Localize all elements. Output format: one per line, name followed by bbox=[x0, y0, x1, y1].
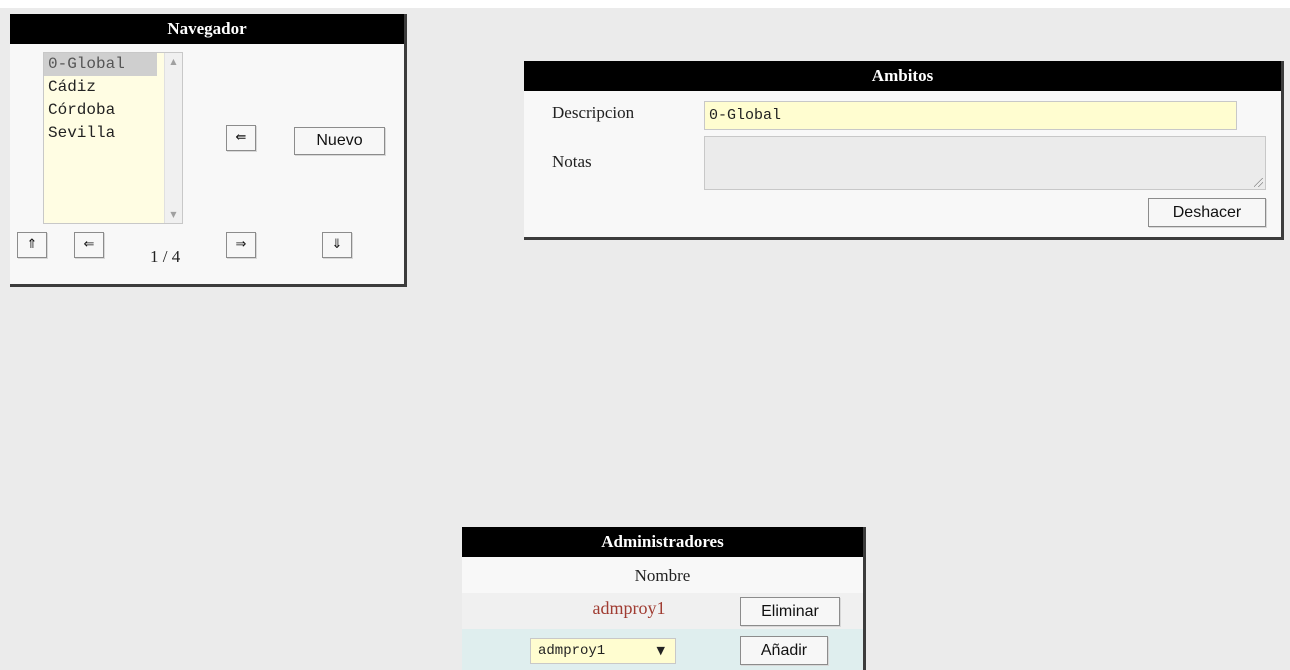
back-button[interactable]: ⇚ bbox=[226, 125, 256, 151]
add-admin-row: admproy1 ▼ Añadir bbox=[462, 629, 863, 670]
descripcion-input[interactable]: 0-Global bbox=[704, 101, 1237, 130]
scroll-up-icon[interactable]: ▲ bbox=[165, 53, 182, 70]
list-item[interactable]: 0-Global bbox=[44, 53, 157, 76]
notas-label: Notas bbox=[552, 152, 592, 171]
page-counter: 1 / 4 bbox=[150, 247, 181, 266]
navegador-title: Navegador bbox=[10, 14, 404, 44]
admin-select[interactable]: admproy1 ▼ bbox=[530, 638, 676, 664]
first-record-button[interactable]: ⇑ bbox=[17, 232, 47, 258]
notas-textarea[interactable] bbox=[704, 136, 1266, 190]
table-row: admproy1 Eliminar bbox=[462, 593, 863, 629]
list-item[interactable]: Sevilla bbox=[44, 122, 157, 145]
scroll-down-icon[interactable]: ▼ bbox=[165, 206, 182, 223]
list-item[interactable]: Córdoba bbox=[44, 99, 157, 122]
list-item[interactable]: Cádiz bbox=[44, 76, 157, 99]
dropdown-arrow-icon: ▼ bbox=[656, 644, 665, 657]
delete-admin-button[interactable]: Eliminar bbox=[740, 597, 840, 626]
next-record-button[interactable]: ⇒ bbox=[226, 232, 256, 258]
ambitos-panel: Ambitos Descripcion 0-Global Notas Desha… bbox=[524, 61, 1284, 240]
administradores-title: Administradores bbox=[462, 527, 863, 557]
record-listbox[interactable]: 0-Global Cádiz Córdoba Sevilla ▲ ▼ bbox=[43, 52, 183, 224]
resize-grip-icon[interactable] bbox=[1254, 178, 1263, 187]
listbox-scrollbar[interactable]: ▲ ▼ bbox=[164, 53, 182, 223]
previous-record-button[interactable]: ⇐ bbox=[74, 232, 104, 258]
column-header: Nombre bbox=[462, 561, 863, 591]
undo-button[interactable]: Deshacer bbox=[1148, 198, 1266, 227]
new-button[interactable]: Nuevo bbox=[294, 127, 385, 155]
top-strip bbox=[0, 0, 1290, 8]
descripcion-label: Descripcion bbox=[552, 103, 635, 122]
last-record-button[interactable]: ⇓ bbox=[322, 232, 352, 258]
admin-name: admproy1 bbox=[592, 598, 666, 618]
administradores-panel: Administradores Nombre admproy1 Eliminar… bbox=[462, 527, 866, 670]
navegador-panel: Navegador 0-Global Cádiz Córdoba Sevilla… bbox=[10, 14, 407, 287]
ambitos-title: Ambitos bbox=[524, 61, 1281, 91]
add-admin-button[interactable]: Añadir bbox=[740, 636, 828, 665]
